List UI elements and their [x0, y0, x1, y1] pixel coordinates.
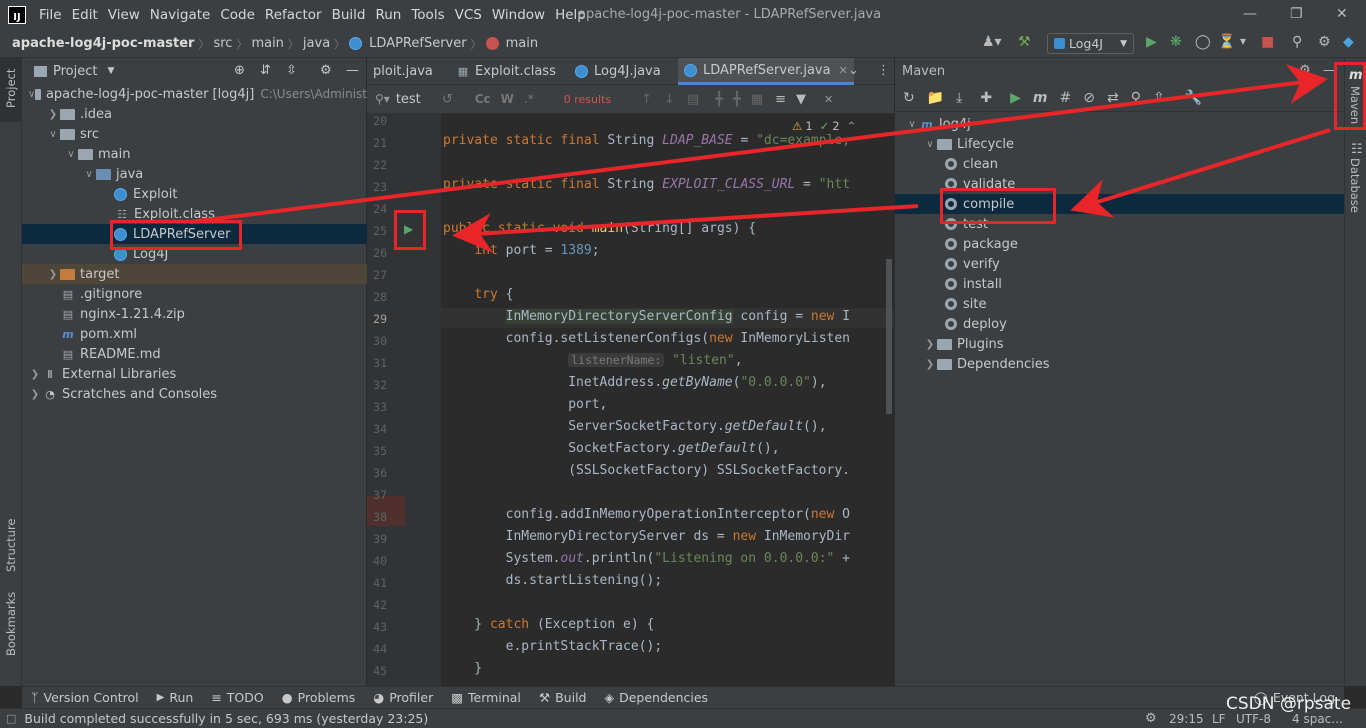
arrow-to-compile: [1070, 128, 1331, 218]
arrow-to-maven-tab: [189, 64, 1328, 224]
arrow-to-run-gutter: [452, 204, 919, 253]
annotation-arrows: [189, 64, 1331, 253]
